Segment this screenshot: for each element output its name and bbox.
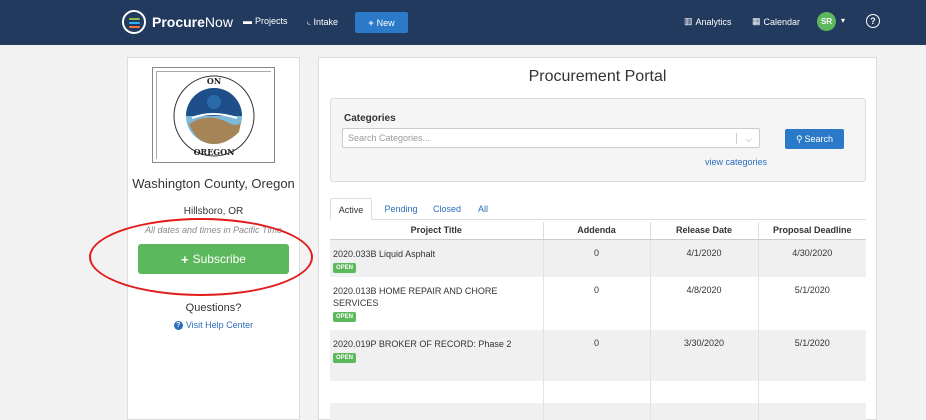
svg-text:ON: ON [207, 76, 221, 86]
project-title-cell[interactable]: 2020.033B Liquid Asphalt OPEN [330, 239, 544, 277]
brand[interactable]: ProcureNow [122, 10, 233, 34]
question-circle-icon: ? [173, 320, 183, 330]
table-row[interactable]: 2020.033B Liquid Asphalt OPEN 0 4/1/2020… [330, 239, 866, 277]
search-icon: ⚲ [795, 133, 803, 144]
tab-pending[interactable]: Pending [381, 198, 421, 220]
organization-location: Hillsboro, OR [183, 206, 244, 217]
table-row-empty [330, 381, 866, 403]
organization-logo: ON OREGON [152, 67, 275, 163]
status-badge: OPEN [333, 262, 357, 273]
tab-all[interactable]: All [472, 198, 494, 220]
top-navbar: ProcureNow ▬ Projects ◟ Intake + New ▥ Analy… [0, 0, 926, 45]
category-search-input[interactable]: Search Categories... ⌵ [342, 128, 760, 148]
organization-panel: ON OREGON Washington County, Oregon Hill… [127, 57, 300, 420]
table-row[interactable]: 2020.013B HOME REPAIR AND CHORE SERVICES… [330, 277, 866, 330]
brand-name: ProcureNow [152, 14, 233, 30]
column-project-title[interactable]: Project Title [330, 222, 544, 240]
new-button[interactable]: + New [355, 12, 408, 33]
subscribe-button[interactable]: + Subscribe [138, 244, 289, 274]
timezone-note: All dates and times in Pacific Time [145, 225, 282, 235]
chevron-down-icon[interactable]: ▾ [841, 16, 845, 25]
nav-calendar[interactable]: ▦ Calendar [752, 16, 800, 27]
project-status-tabs: Active Pending Closed All [330, 198, 866, 220]
help-circle-icon[interactable]: ? [866, 14, 880, 28]
projects-table: Project Title Addenda Release Date Propo… [330, 222, 866, 420]
categories-filter: Categories Search Categories... ⌵ ⚲ Searc… [330, 98, 866, 182]
column-release-date[interactable]: Release Date [650, 222, 759, 240]
search-button[interactable]: ⚲ Search [785, 129, 844, 149]
column-addenda[interactable]: Addenda [543, 222, 651, 240]
column-proposal-deadline[interactable]: Proposal Deadline [758, 222, 866, 240]
plus-icon: + [181, 251, 189, 267]
plus-icon: + [368, 17, 374, 28]
nav-intake[interactable]: ◟ Intake [307, 16, 338, 27]
project-title-cell[interactable]: 2020.013B HOME REPAIR AND CHORE SERVICES… [330, 277, 544, 330]
help-center-link[interactable]: ? Visit Help Center [128, 320, 299, 330]
nav-analytics[interactable]: ▥ Analytics [684, 16, 732, 27]
svg-text:OREGON: OREGON [194, 147, 235, 157]
categories-label: Categories [344, 113, 396, 124]
procurement-portal-panel: Procurement Portal Categories Search Cat… [318, 57, 877, 420]
project-title-cell[interactable]: 2020.019P BROKER OF RECORD: Phase 2 OPEN [330, 330, 544, 381]
nav-projects[interactable]: ▬ Projects [243, 16, 288, 26]
washington-county-seal-icon: ON OREGON [157, 72, 272, 160]
bar-chart-icon: ▥ [684, 16, 693, 26]
organization-name: Washington County, Oregon [132, 176, 295, 191]
status-badge: OPEN [333, 312, 357, 322]
table-row[interactable]: 2020.019P BROKER OF RECORD: Phase 2 OPEN… [330, 330, 866, 381]
page-title: Procurement Portal [528, 68, 667, 85]
user-avatar[interactable]: SR [817, 12, 836, 31]
chevron-down-icon[interactable]: ⌵ [745, 130, 752, 148]
rss-icon: ◟ [307, 16, 311, 26]
table-row-empty [330, 403, 866, 420]
tab-closed[interactable]: Closed [430, 198, 464, 220]
procurenow-logo-icon [122, 10, 146, 34]
questions-label: Questions? [185, 302, 242, 314]
calendar-icon: ▦ [752, 16, 761, 26]
tab-active[interactable]: Active [330, 198, 372, 220]
status-badge: OPEN [333, 353, 357, 363]
view-categories-link[interactable]: view categories [705, 157, 767, 167]
folder-icon: ▬ [243, 16, 252, 26]
